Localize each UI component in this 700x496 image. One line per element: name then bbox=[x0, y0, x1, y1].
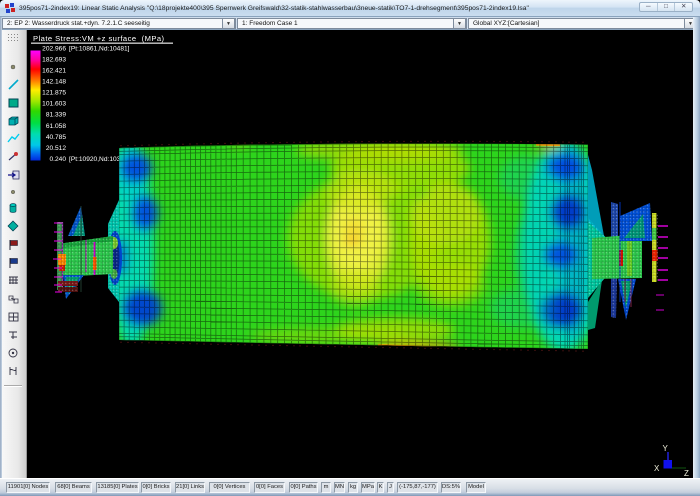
svg-text:0.240: 0.240 bbox=[49, 156, 66, 163]
svg-text:Y: Y bbox=[663, 444, 669, 453]
svg-text:Z: Z bbox=[684, 469, 689, 478]
svg-text:[Pt:10861,Nd:10481]: [Pt:10861,Nd:10481] bbox=[69, 45, 130, 52]
svg-text:182.693: 182.693 bbox=[42, 56, 66, 63]
svg-text:Plate Stress:VM +z surface (M: Plate Stress:VM +z surface (MPa) bbox=[33, 34, 165, 43]
svg-text:121.875: 121.875 bbox=[42, 90, 66, 97]
svg-text:142.148: 142.148 bbox=[42, 79, 66, 86]
svg-text:40.785: 40.785 bbox=[46, 134, 67, 141]
svg-text:61.058: 61.058 bbox=[46, 123, 67, 130]
svg-text:X: X bbox=[654, 464, 660, 473]
svg-text:81.339: 81.339 bbox=[46, 112, 67, 119]
svg-text:101.603: 101.603 bbox=[42, 101, 66, 108]
svg-text:202.966: 202.966 bbox=[42, 45, 66, 52]
svg-text:20.512: 20.512 bbox=[46, 145, 67, 152]
svg-text:162.421: 162.421 bbox=[42, 68, 66, 75]
